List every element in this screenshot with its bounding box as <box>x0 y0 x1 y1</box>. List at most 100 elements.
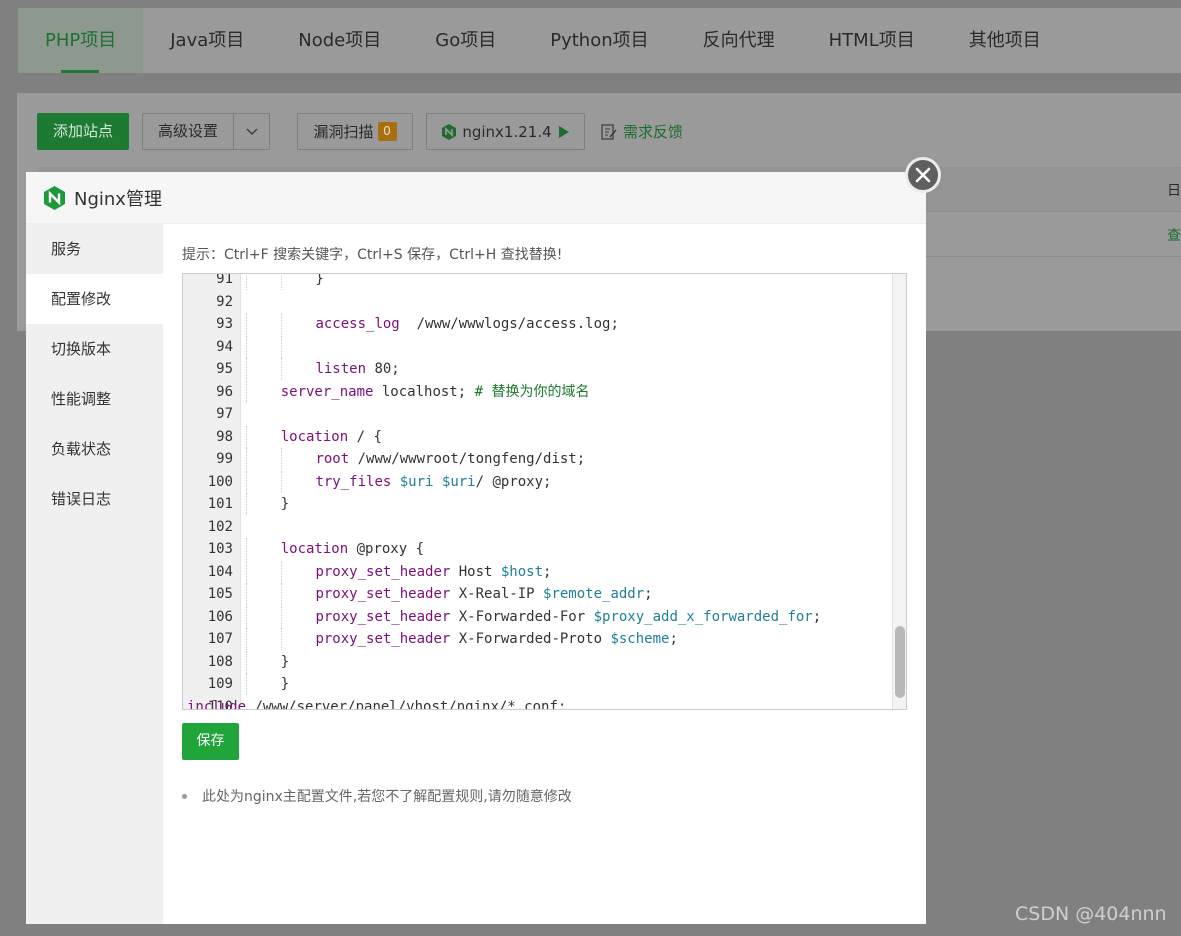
code-text: include /www/server/panel/vhost/nginx/*.… <box>187 698 567 710</box>
line-number: 108 <box>207 653 233 670</box>
code-text: proxy_set_header X-Forwarded-Proto $sche… <box>246 628 678 651</box>
vuln-count-badge: 0 <box>377 122 397 141</box>
code-line: 110 include /www/server/panel/vhost/nginx… <box>183 696 891 710</box>
code-line: 105 proxy_set_header X-Real-IP $remote_a… <box>183 583 891 606</box>
dialog-title: Nginx管理 <box>74 188 162 210</box>
code-text: } <box>246 650 289 674</box>
code-line: 107 proxy_set_header X-Forwarded-Proto $… <box>183 628 891 651</box>
dialog-header: Nginx管理 <box>26 172 926 224</box>
line-number: 93 <box>216 316 233 332</box>
config-code-editor[interactable]: 91 } 92 93 access_log /www/wwwlogs/access.… <box>182 273 907 710</box>
tab-python[interactable]: Python项目 <box>523 8 675 73</box>
line-number: 94 <box>216 338 233 355</box>
scrollbar-thumb[interactable] <box>895 626 905 698</box>
code-line: 94 <box>183 335 891 359</box>
close-dialog-button[interactable] <box>905 157 941 193</box>
add-site-button[interactable]: 添加站点 <box>37 113 129 150</box>
code-line: 104 proxy_set_header Host $host; <box>183 560 891 584</box>
tab-go[interactable]: Go项目 <box>408 8 523 73</box>
save-button[interactable]: 保存 <box>182 723 239 760</box>
tab-node[interactable]: Node项目 <box>271 8 408 73</box>
sidebar-item-service[interactable]: 服务 <box>26 224 163 274</box>
feedback-link[interactable]: 需求反馈 <box>601 121 683 142</box>
code-line: 95 listen 80; <box>183 358 891 381</box>
code-text: listen 80; <box>246 358 400 381</box>
code-text: try_files $uri $uri/ @proxy; <box>246 470 551 494</box>
sidebar-item-performance[interactable]: 性能调整 <box>26 374 163 424</box>
code-line: 92 <box>183 291 891 314</box>
code-text: location / { <box>246 425 382 449</box>
code-line: 100 try_files $uri $uri/ @proxy; <box>183 470 891 494</box>
code-line: 96 server_name localhost; # 替换为你的域名 <box>183 380 891 404</box>
tab-php[interactable]: PHP项目 <box>18 8 144 73</box>
tab-java[interactable]: Java项目 <box>143 8 271 73</box>
code-text: root /www/wwwroot/tongfeng/dist; <box>246 448 585 471</box>
line-number: 95 <box>216 361 233 377</box>
code-text: } <box>246 493 289 516</box>
code-text: server_name localhost; # 替换为你的域名 <box>246 380 589 404</box>
code-text <box>246 335 315 359</box>
nginx-version-label: nginx1.21.4 <box>462 122 552 141</box>
vuln-scan-button[interactable]: 漏洞扫描 0 <box>297 113 413 150</box>
bullet-icon <box>182 793 187 799</box>
tab-other[interactable]: 其他项目 <box>942 8 1068 73</box>
sidebar-item-switch-version[interactable]: 切换版本 <box>26 324 163 374</box>
code-line: 99 root /www/wwwroot/tongfeng/dist; <box>183 448 891 471</box>
code-line: 103 location @proxy { <box>183 538 891 561</box>
config-edit-panel: 提示：Ctrl+F 搜索关键字，Ctrl+S 保存，Ctrl+H 查找替换! 9… <box>163 224 926 924</box>
code-text: access_log /www/wwwlogs/access.log; <box>246 313 619 336</box>
nginx-logo-icon <box>442 123 457 140</box>
advanced-settings-dropdown[interactable]: 高级设置 <box>142 113 270 150</box>
feedback-label: 需求反馈 <box>623 123 684 141</box>
site-toolbar: 添加站点 高级设置 漏洞扫描 0 nginx1.21.4 需求反馈 <box>37 113 683 150</box>
nginx-logo-icon <box>44 185 65 210</box>
header-cell-right: 日 <box>1167 183 1181 199</box>
line-number: 104 <box>207 563 233 580</box>
code-text: } <box>246 673 289 696</box>
view-link[interactable]: 查 <box>1167 225 1181 245</box>
tab-html[interactable]: HTML项目 <box>802 8 942 73</box>
chevron-down-icon[interactable] <box>234 114 269 149</box>
line-number: 91 <box>216 273 233 287</box>
code-line: 91 } <box>183 273 891 291</box>
config-warning-text: 此处为nginx主配置文件,若您不了解配置规则,请勿随意修改 <box>202 789 572 805</box>
code-text: proxy_set_header X-Real-IP $remote_addr; <box>246 583 653 606</box>
line-number: 102 <box>207 518 233 535</box>
line-number: 105 <box>207 586 233 602</box>
code-text: proxy_set_header X-Forwarded-For $proxy_… <box>246 605 821 629</box>
line-number: 101 <box>207 496 233 512</box>
watermark-text: CSDN @404nnn <box>1015 903 1167 925</box>
code-text: location @proxy { <box>246 538 424 561</box>
edit-note-icon <box>601 123 617 140</box>
line-number: 109 <box>207 676 233 692</box>
code-line: 93 access_log /www/wwwlogs/access.log; <box>183 313 891 336</box>
sidebar-item-load-status[interactable]: 负载状态 <box>26 424 163 474</box>
sidebar-item-config-edit[interactable]: 配置修改 <box>26 274 163 324</box>
tab-reverse-proxy[interactable]: 反向代理 <box>676 8 802 73</box>
line-number: 96 <box>216 383 233 400</box>
line-number: 106 <box>207 608 233 625</box>
editor-scrollbar[interactable] <box>892 274 906 709</box>
line-number: 103 <box>207 541 233 557</box>
config-warning-note: 此处为nginx主配置文件,若您不了解配置规则,请勿随意修改 <box>182 786 572 806</box>
advanced-settings-label: 高级设置 <box>143 114 234 149</box>
code-line: 101 } <box>183 493 891 516</box>
nginx-manager-dialog: Nginx管理 服务 配置修改 切换版本 性能调整 负载状态 错误日志 提示：C… <box>26 172 926 924</box>
line-number: 107 <box>207 631 233 647</box>
code-text: proxy_set_header Host $host; <box>246 560 551 584</box>
project-tabs: PHP项目 Java项目 Node项目 Go项目 Python项目 反向代理 H… <box>18 8 1181 73</box>
nginx-version-button[interactable]: nginx1.21.4 <box>426 113 585 150</box>
code-line: 108 } <box>183 650 891 674</box>
line-number: 99 <box>216 451 233 467</box>
dialog-sidebar: 服务 配置修改 切换版本 性能调整 负载状态 错误日志 <box>26 224 163 924</box>
code-line: 102 <box>183 516 891 539</box>
code-line: 97 <box>183 403 891 426</box>
code-lines: 91 } 92 93 access_log /www/wwwlogs/access.… <box>183 273 891 710</box>
shortcut-hint: 提示：Ctrl+F 搜索关键字，Ctrl+S 保存，Ctrl+H 查找替换! <box>182 247 563 263</box>
line-number: 97 <box>216 406 233 422</box>
line-number: 98 <box>216 428 233 445</box>
sidebar-item-error-log[interactable]: 错误日志 <box>26 474 163 524</box>
line-number: 100 <box>207 473 233 490</box>
code-line: 109 } <box>183 673 891 696</box>
play-icon <box>558 125 569 138</box>
